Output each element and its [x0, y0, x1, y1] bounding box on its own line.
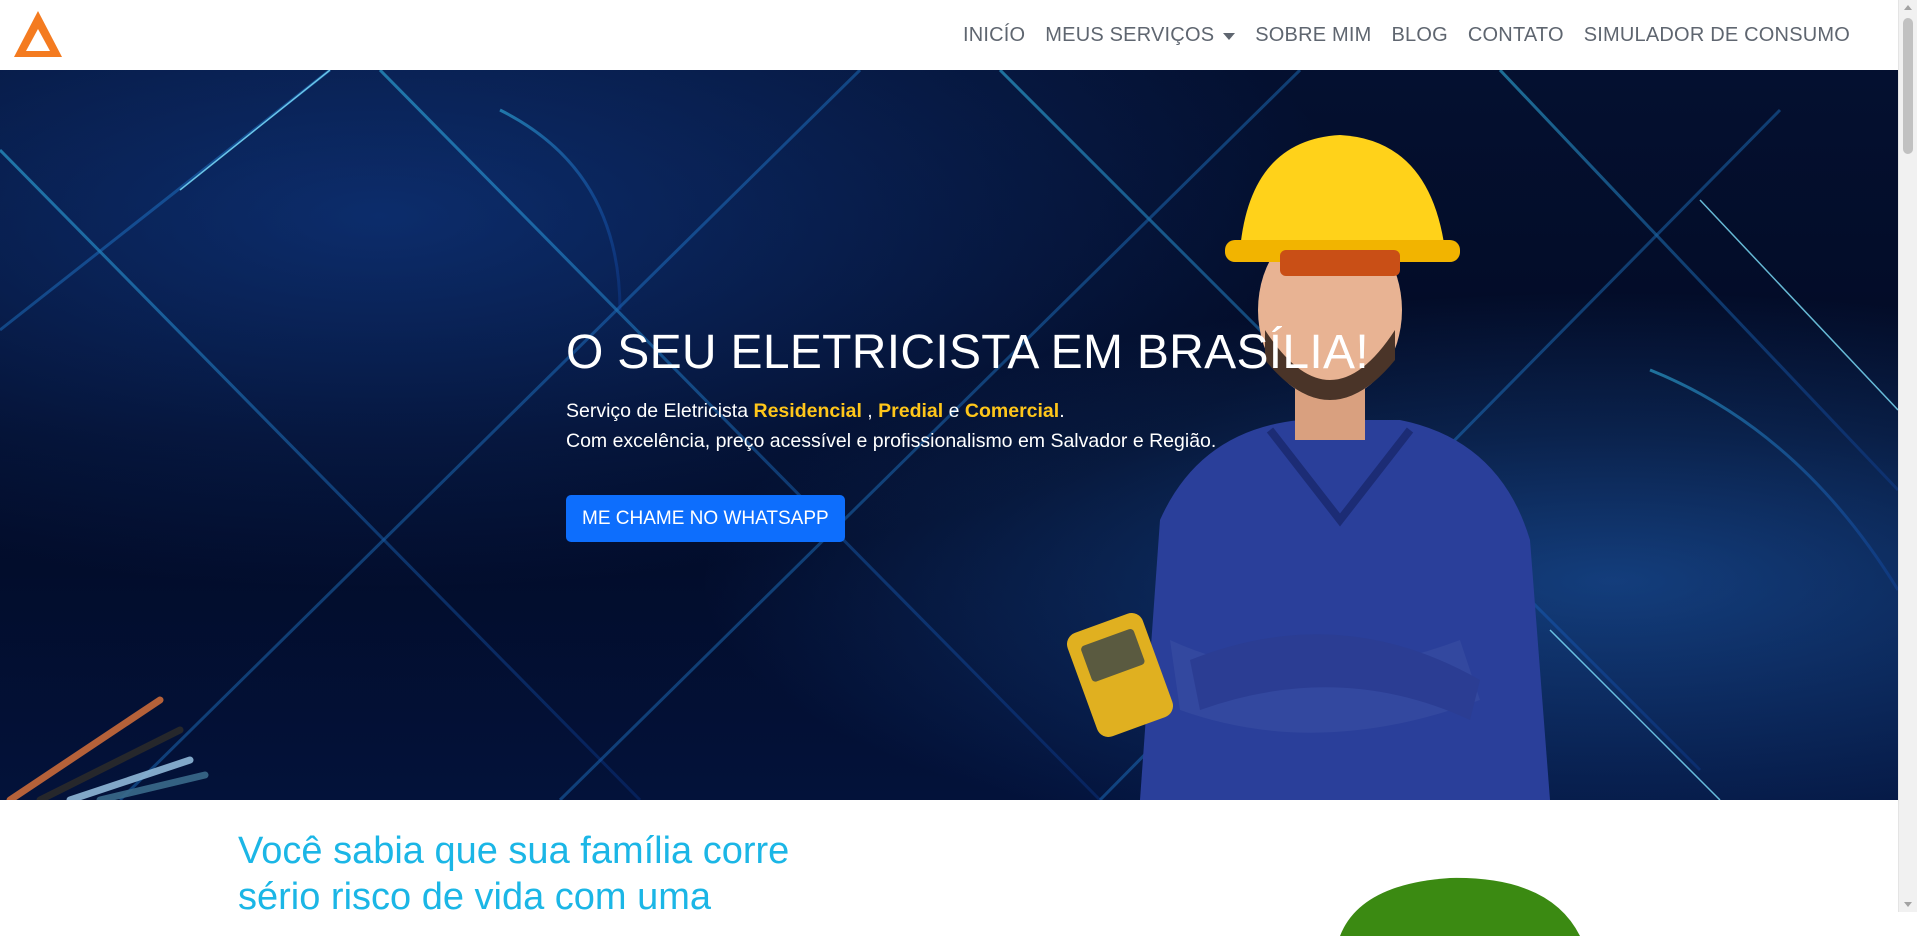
hero-banner: O SEU ELETRICISTA EM BRASÍLIA! Serviço d…	[0, 70, 1898, 800]
nav-item-label: BLOG	[1391, 23, 1448, 46]
nav-item-contato[interactable]: CONTATO	[1458, 24, 1574, 47]
hero-line-1: Serviço de Eletricista Residencial , Pre…	[566, 396, 1216, 426]
hero-subtitle: Serviço de Eletricista Residencial , Pre…	[566, 396, 1216, 456]
hero-sep1: ,	[861, 400, 879, 422]
scroll-up-arrow-icon[interactable]	[1904, 5, 1912, 10]
triangle-logo-icon[interactable]	[12, 9, 64, 61]
hero-line-2: Com excelência, preço acessível e profis…	[566, 430, 1217, 452]
nav-item-meus-servicos[interactable]: MEUS SERVIÇOS	[1035, 24, 1245, 47]
page-scrollbar[interactable]	[1898, 0, 1917, 912]
scroll-down-arrow-icon[interactable]	[1904, 902, 1912, 907]
info-heading: Você sabia que sua família corre sério r…	[238, 830, 790, 918]
nav-menu: INICÍO MEUS SERVIÇOS SOBRE MIM BLOG CONT…	[953, 0, 1860, 70]
nav-item-label: CONTATO	[1467, 23, 1564, 46]
navbar: INICÍO MEUS SERVIÇOS SOBRE MIM BLOG CONT…	[0, 0, 1898, 70]
hero-sep2: e	[943, 400, 965, 422]
nav-item-sobre-mim[interactable]: SOBRE MIM	[1245, 24, 1381, 47]
hero-line1-prefix: Serviço de Eletricista	[566, 400, 754, 422]
nav-item-label: SIMULADOR DE CONSUMO	[1583, 23, 1850, 46]
nav-item-blog[interactable]: BLOG	[1382, 24, 1458, 47]
nav-item-inicio[interactable]: INICÍO	[953, 24, 1035, 47]
hero-title: O SEU ELETRICISTA EM BRASÍLIA!	[566, 326, 1369, 379]
nav-item-label: MEUS SERVIÇOS	[1045, 23, 1215, 46]
nav-item-label: SOBRE MIM	[1255, 23, 1372, 46]
highlight-residencial: Residencial	[753, 400, 862, 422]
green-shape-illustration	[1340, 877, 1580, 936]
chevron-down-icon	[1223, 32, 1236, 40]
hero-line1-suffix: .	[1059, 400, 1065, 422]
highlight-comercial: Comercial	[964, 400, 1060, 422]
nav-item-label: INICÍO	[962, 23, 1026, 46]
highlight-predial: Predial	[878, 400, 944, 422]
scrollbar-thumb[interactable]	[1903, 18, 1913, 154]
nav-item-simulador[interactable]: SIMULADOR DE CONSUMO	[1574, 24, 1860, 47]
whatsapp-button[interactable]: ME CHAME NO WHATSAPP	[566, 495, 845, 542]
